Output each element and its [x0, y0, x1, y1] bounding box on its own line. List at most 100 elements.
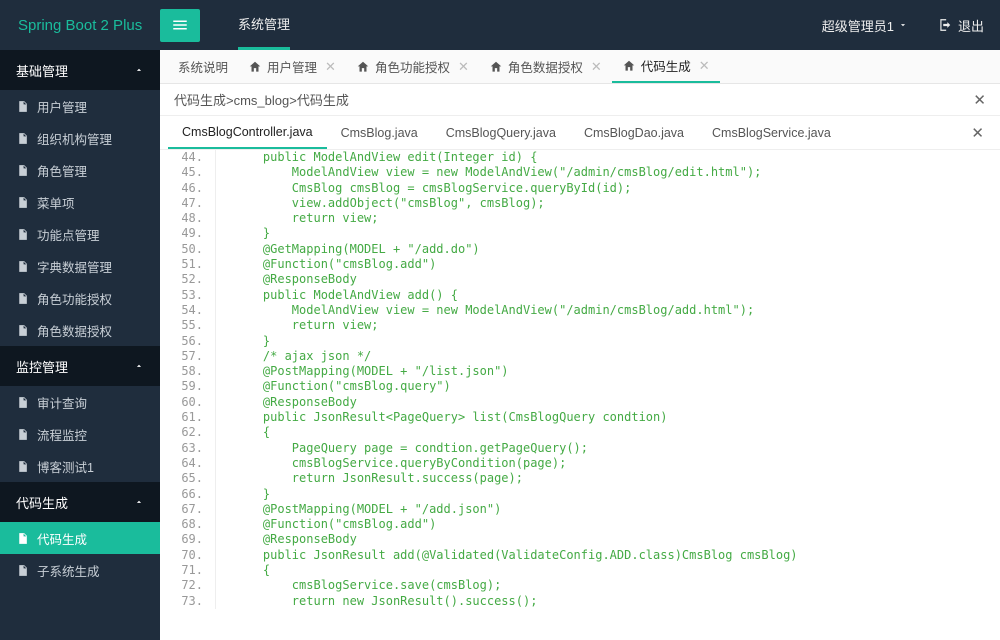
file-tabs-close-button[interactable]: ✕	[963, 124, 992, 142]
line-number: 52.	[160, 272, 216, 287]
line-number: 71.	[160, 563, 216, 578]
code-editor[interactable]: 44. public ModelAndView edit(Integer id)…	[160, 150, 1000, 640]
sidebar-item[interactable]: 角色管理	[0, 154, 160, 186]
tab-close-button[interactable]: ✕	[591, 59, 602, 75]
line-number: 62.	[160, 425, 216, 440]
code-line: 60. @ResponseBody	[160, 395, 1000, 410]
breadcrumb-row: 代码生成>cms_blog>代码生成 ✕	[160, 84, 1000, 116]
code-line: 68. @Function("cmsBlog.add")	[160, 517, 1000, 532]
tab-close-button[interactable]: ✕	[699, 58, 710, 74]
file-tab[interactable]: CmsBlogService.java	[698, 116, 845, 149]
chevron-up-icon	[134, 359, 144, 374]
line-text: {	[216, 563, 270, 578]
line-text: public ModelAndView edit(Integer id) {	[216, 150, 537, 165]
line-text: cmsBlogService.save(cmsBlog);	[216, 578, 501, 593]
line-text: view.addObject("cmsBlog", cmsBlog);	[216, 196, 545, 211]
file-tab[interactable]: CmsBlogQuery.java	[432, 116, 570, 149]
sidebar-item-label: 菜单项	[37, 193, 75, 212]
line-number: 61.	[160, 410, 216, 425]
sidebar-group-label: 代码生成	[16, 493, 68, 512]
code-line: 54. ModelAndView view = new ModelAndView…	[160, 303, 1000, 318]
code-line: 69. @ResponseBody	[160, 532, 1000, 547]
file-tab-label: CmsBlogQuery.java	[446, 126, 556, 140]
sidebar-item-label: 组织机构管理	[37, 129, 112, 148]
code-line: 66. }	[160, 487, 1000, 502]
logout-label: 退出	[958, 16, 984, 35]
sidebar-item[interactable]: 用户管理	[0, 90, 160, 122]
line-text: @ResponseBody	[216, 395, 357, 410]
top-nav-system[interactable]: 系统管理	[228, 0, 300, 50]
line-number: 60.	[160, 395, 216, 410]
sidebar-item[interactable]: 组织机构管理	[0, 122, 160, 154]
sidebar-item[interactable]: 功能点管理	[0, 218, 160, 250]
file-tab[interactable]: CmsBlog.java	[327, 116, 432, 149]
sidebar-item[interactable]: 字典数据管理	[0, 250, 160, 282]
sidebar-item[interactable]: 菜单项	[0, 186, 160, 218]
line-text: ModelAndView view = new ModelAndView("/a…	[216, 303, 754, 318]
page-tab[interactable]: 角色数据授权✕	[479, 50, 612, 83]
page-tab[interactable]: 角色功能授权 ✕	[346, 50, 479, 83]
page-tab[interactable]: 系统说明	[168, 50, 238, 83]
sidebar-item-label: 角色管理	[37, 161, 87, 180]
logout-button[interactable]: 退出	[922, 16, 1000, 35]
sidebar-group[interactable]: 监控管理	[0, 346, 160, 386]
user-menu[interactable]: 超级管理员1	[808, 16, 922, 35]
line-number: 68.	[160, 517, 216, 532]
line-text: return view;	[216, 318, 379, 333]
code-line: 51. @Function("cmsBlog.add")	[160, 257, 1000, 272]
code-line: 67. @PostMapping(MODEL + "/add.json")	[160, 502, 1000, 517]
sidebar-item[interactable]: 角色数据授权	[0, 314, 160, 346]
sidebar-item[interactable]: 流程监控	[0, 418, 160, 450]
line-number: 56.	[160, 334, 216, 349]
line-text: @Function("cmsBlog.query")	[216, 379, 451, 394]
line-text: @PostMapping(MODEL + "/list.json")	[216, 364, 509, 379]
tab-close-button[interactable]: ✕	[458, 59, 469, 75]
sidebar-item[interactable]: 博客测试1	[0, 450, 160, 482]
page-tabs: 系统说明用户管理✕角色功能授权✕角色数据授权✕代码生成✕	[160, 50, 1000, 84]
sidebar-group[interactable]: 代码生成	[0, 482, 160, 522]
sidebar-group[interactable]: 基础管理	[0, 50, 160, 90]
line-text: return JsonResult.success(page);	[216, 471, 523, 486]
line-number: 53.	[160, 288, 216, 303]
tab-label: 角色功能授权	[375, 57, 450, 76]
sidebar-item-label: 用户管理	[37, 97, 87, 116]
user-name: 超级管理员1	[822, 16, 894, 35]
line-number: 50.	[160, 242, 216, 257]
sidebar-item[interactable]: 子系统生成	[0, 554, 160, 586]
file-tab[interactable]: CmsBlogController.java	[168, 116, 327, 149]
sidebar-item-label: 角色数据授权	[37, 321, 112, 340]
top-header: Spring Boot 2 Plus 系统管理 超级管理员1 退出	[0, 0, 1000, 50]
code-line: 45. ModelAndView view = new ModelAndView…	[160, 165, 1000, 180]
line-number: 65.	[160, 471, 216, 486]
tab-close-button[interactable]: ✕	[325, 59, 336, 75]
line-text: cmsBlogService.queryByCondition(page);	[216, 456, 566, 471]
sidebar-item-label: 博客测试1	[37, 457, 94, 476]
code-line: 63. PageQuery page = condtion.getPageQue…	[160, 441, 1000, 456]
code-line: 65. return JsonResult.success(page);	[160, 471, 1000, 486]
sidebar-item[interactable]: 代码生成	[0, 522, 160, 554]
sidebar-group-label: 基础管理	[16, 61, 68, 80]
code-line: 48. return view;	[160, 211, 1000, 226]
chevron-up-icon	[134, 63, 144, 78]
page-tab[interactable]: 用户管理✕	[238, 50, 346, 83]
sidebar-group-label: 监控管理	[16, 357, 68, 376]
page-tab[interactable]: 代码生成 ✕	[612, 50, 720, 83]
line-text: PageQuery page = condtion.getPageQuery()…	[216, 441, 588, 456]
sidebar-item-label: 代码生成	[37, 529, 87, 548]
close-panel-button[interactable]: ✕	[973, 91, 986, 109]
file-tab[interactable]: CmsBlogDao.java	[570, 116, 698, 149]
line-number: 66.	[160, 487, 216, 502]
line-number: 69.	[160, 532, 216, 547]
line-number: 44.	[160, 150, 216, 165]
menu-icon	[171, 16, 189, 34]
code-line: 61. public JsonResult<PageQuery> list(Cm…	[160, 410, 1000, 425]
code-line: 58. @PostMapping(MODEL + "/list.json")	[160, 364, 1000, 379]
line-number: 49.	[160, 226, 216, 241]
sidebar-item-label: 子系统生成	[37, 561, 100, 580]
sidebar-item[interactable]: 审计查询	[0, 386, 160, 418]
line-number: 58.	[160, 364, 216, 379]
tab-label: 代码生成	[641, 56, 691, 75]
sidebar-item[interactable]: 角色功能授权	[0, 282, 160, 314]
code-line: 50. @GetMapping(MODEL + "/add.do")	[160, 242, 1000, 257]
sidebar-toggle-button[interactable]	[160, 9, 200, 42]
